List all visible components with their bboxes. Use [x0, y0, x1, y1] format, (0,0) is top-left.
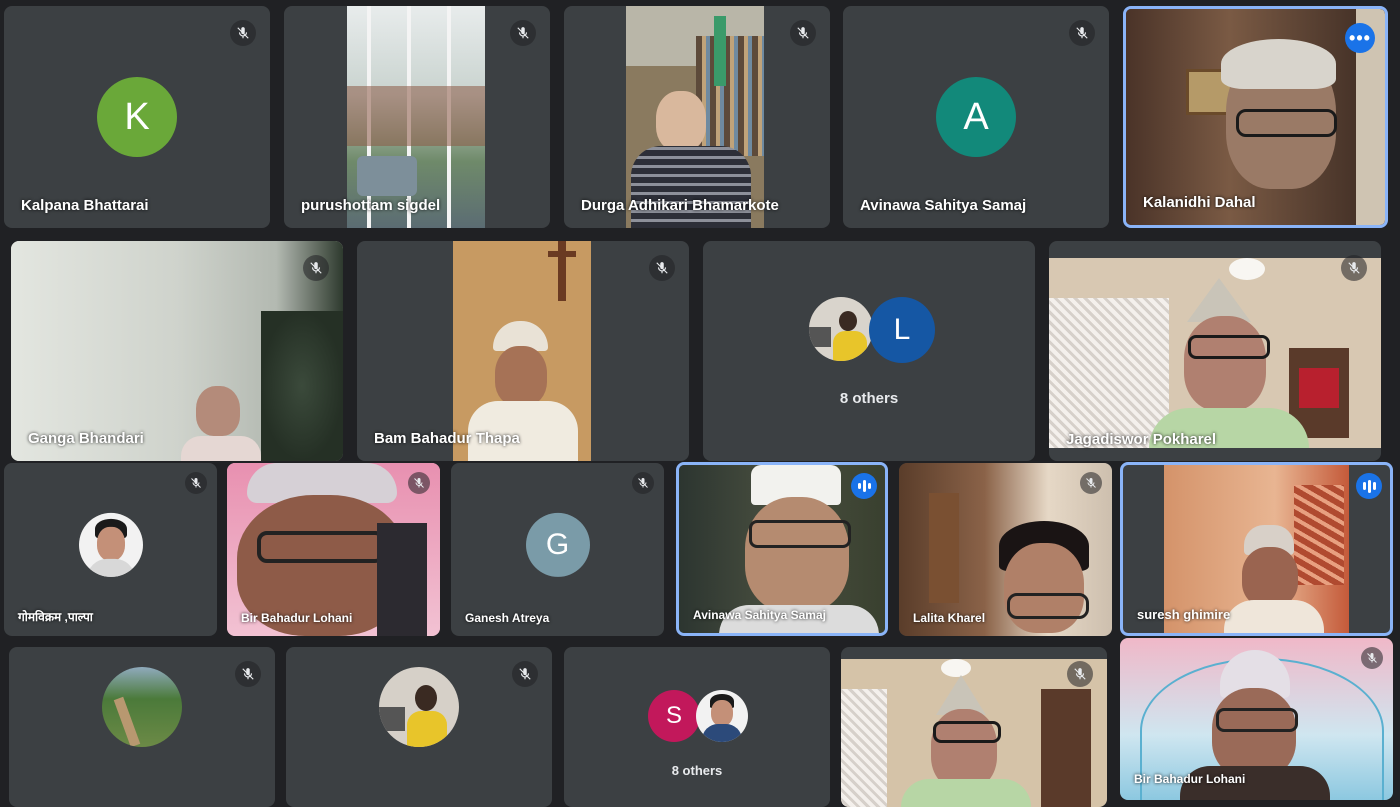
participant-video [11, 241, 343, 461]
mic-off-icon [185, 472, 207, 494]
avatar: K [97, 77, 177, 157]
participant-name: Bir Bahadur Lohani [1134, 772, 1246, 786]
participant-name: Kalanidhi Dahal [1143, 194, 1256, 211]
participant-name: Bir Bahadur Lohani [241, 611, 353, 625]
participant-tile-kalpana[interactable]: K Kalpana Bhattarai [4, 6, 270, 228]
participant-video [347, 6, 485, 228]
avatar-photo [379, 667, 459, 747]
participant-video [1049, 258, 1381, 448]
avatar: L [869, 297, 935, 363]
participant-name: Jagadiswor Pokharel [1066, 431, 1217, 448]
participant-tile-suresh[interactable]: suresh ghimire [1120, 462, 1393, 636]
participant-tile-purushottam[interactable]: purushottam sigdel [284, 6, 550, 228]
participant-tile-jagadiswor[interactable]: Jagadiswor Pokharel [1049, 241, 1381, 461]
person [656, 91, 706, 151]
mic-off-icon [632, 472, 654, 494]
others-tile[interactable]: S 8 others [564, 647, 830, 807]
participant-tile-durga[interactable]: Durga Adhikari Bhamarkote [564, 6, 830, 228]
participant-tile-ganga[interactable]: Ganga Bhandari [11, 241, 343, 461]
more-options-button[interactable]: ••• [1345, 23, 1375, 53]
participant-name: Lalita Kharel [913, 611, 986, 625]
person [745, 497, 849, 612]
person [1212, 688, 1296, 778]
others-count: 8 others [839, 390, 899, 407]
avatar-photo [78, 512, 143, 577]
participant-name: Ganesh Atreya [465, 611, 550, 625]
mic-off-icon [1361, 647, 1383, 669]
mic-off-icon [408, 472, 430, 494]
mic-off-icon [230, 20, 256, 46]
mic-off-icon [512, 661, 538, 687]
avatar-photo [809, 297, 873, 361]
participant-tile-kalanidhi[interactable]: ••• Kalanidhi Dahal [1123, 6, 1388, 228]
participant-name: suresh ghimire [1137, 607, 1231, 622]
audio-level-icon [851, 473, 877, 499]
mic-off-icon [1069, 20, 1095, 46]
person [1242, 547, 1298, 607]
participant-tile-bir-lohani[interactable]: Bir Bahadur Lohani [227, 463, 440, 636]
mic-off-icon [510, 20, 536, 46]
participant-video [626, 6, 764, 228]
avatar: G [525, 512, 590, 577]
participant-name: purushottam sigdel [301, 197, 441, 214]
participant-tile-bir-lohani-2[interactable]: Bir Bahadur Lohani [1120, 638, 1393, 800]
participant-tile-landscape[interactable] [9, 647, 275, 807]
mic-off-icon [1067, 661, 1093, 687]
participant-tile-lalita[interactable]: Lalita Kharel [899, 463, 1112, 636]
avatar-photo [696, 690, 748, 742]
participant-tile-jagadiswor-2[interactable] [841, 647, 1107, 807]
mic-off-icon [790, 20, 816, 46]
participant-tile-gomabikram[interactable]: गोमविक्रम ,पाल्पा [4, 463, 217, 636]
person [196, 386, 240, 436]
participant-name: Bam Bahadur Thapa [374, 430, 520, 447]
mic-off-icon [303, 255, 329, 281]
participant-video [841, 659, 1107, 807]
participant-tile-avinawa[interactable]: A Avinawa Sahitya Samaj [843, 6, 1109, 228]
participant-tile-woman[interactable] [286, 647, 552, 807]
participant-name: Kalpana Bhattarai [21, 197, 149, 214]
participant-tile-bam[interactable]: Bam Bahadur Thapa [357, 241, 689, 461]
participant-tile-avinawa-video[interactable]: Avinawa Sahitya Samaj [676, 462, 888, 636]
mic-off-icon [1080, 472, 1102, 494]
avatar-photo [102, 667, 182, 747]
avatar: A [936, 77, 1016, 157]
participant-name: Avinawa Sahitya Samaj [693, 608, 826, 622]
avatar: S [648, 690, 700, 742]
person [1004, 543, 1084, 633]
mic-off-icon [1341, 255, 1367, 281]
participant-name: Ganga Bhandari [28, 430, 144, 447]
mic-off-icon [235, 661, 261, 687]
participant-video [453, 241, 591, 461]
participant-name: गोमविक्रम ,पाल्पा [18, 610, 93, 624]
participant-name: Durga Adhikari Bhamarkote [581, 197, 779, 214]
others-count: 8 others [671, 763, 723, 778]
person [1184, 316, 1266, 411]
participant-tile-ganesh[interactable]: G Ganesh Atreya [451, 463, 664, 636]
others-tile[interactable]: L 8 others [703, 241, 1035, 461]
audio-level-icon [1356, 473, 1382, 499]
person [495, 346, 547, 406]
participant-name: Avinawa Sahitya Samaj [860, 197, 1027, 214]
mic-off-icon [649, 255, 675, 281]
